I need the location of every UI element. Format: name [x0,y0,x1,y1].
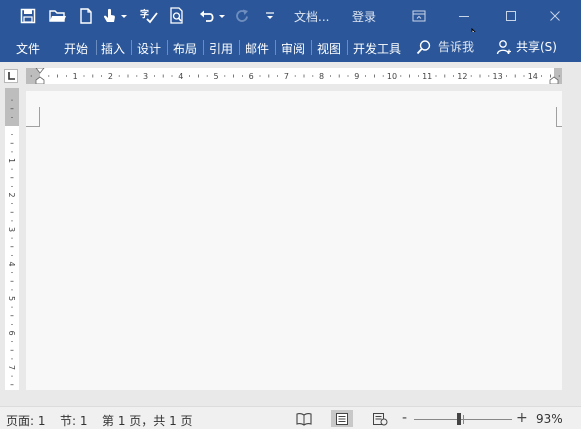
customize-qat-icon[interactable] [262,4,278,28]
horizontal-ruler-scale: 11234567891011121314 [30,68,560,84]
ruler-row: 11234567891011121314 [0,62,581,88]
save-icon[interactable] [16,4,40,28]
ruler-label: 14 [528,72,538,81]
ruler-label: 2 [7,192,16,197]
ruler-label: 4 [178,72,183,81]
ruler-label: 7 [7,365,16,370]
zoom-slider-thumb[interactable] [457,413,461,425]
maximize-icon[interactable] [496,4,526,28]
ruler-label: 1 [73,72,78,81]
print-layout-icon[interactable] [331,410,353,427]
ruler-label: 6 [249,72,254,81]
tab-separator [203,40,204,55]
page-count-status[interactable]: 第 1 页，共 1 页 [102,412,193,429]
tab-separator [275,40,276,55]
ruler-label: 5 [213,72,218,81]
undo-icon[interactable] [196,4,230,28]
tell-me-search[interactable]: 告诉我 [416,38,474,55]
tab-mailings[interactable]: 邮件 [245,40,269,57]
ribbon-tab-bar: 文件 开始 插入 设计 布局 引用 邮件 审阅 视图 开发工具 告诉我 共享(S… [0,32,581,62]
vertical-ruler-scale: 1 2 3 4 5 6 7 [7,99,16,386]
document-title: 文档... [294,10,330,24]
tab-separator [347,40,348,55]
zoom-in-button[interactable]: + [516,410,528,426]
ruler-label: 3 [143,72,148,81]
zoom-level[interactable]: 93% [536,412,563,426]
tab-separator [96,40,97,55]
redo-icon[interactable] [232,4,252,28]
tab-view[interactable]: 视图 [317,40,341,57]
crop-mark-top-left [26,107,40,127]
horizontal-ruler[interactable]: 11234567891011121314 [26,68,562,84]
tab-stop-selector[interactable] [4,69,18,83]
search-icon [416,39,431,54]
svg-text:字: 字 [140,8,149,20]
vertical-ruler[interactable]: 1 2 3 4 5 6 7 [5,88,19,390]
person-share-icon [496,39,511,54]
crop-mark-top-right [556,107,562,127]
minimize-icon[interactable] [449,4,479,28]
hanging-indent-marker[interactable] [35,76,45,84]
ruler-label: 12 [457,72,467,81]
share-button[interactable]: 共享(S) [496,38,557,55]
ruler-label: 11 [422,72,432,81]
document-page[interactable] [26,91,562,390]
new-document-icon[interactable] [76,4,96,28]
zoom-slider-center-mark [463,415,464,424]
ribbon-display-options-icon[interactable] [404,4,434,28]
tab-insert[interactable]: 插入 [101,40,125,57]
share-label: 共享(S) [516,40,557,54]
status-bar: 页面: 1 节: 1 第 1 页，共 1 页 - + 93% [0,406,581,429]
ruler-label: 9 [354,72,359,81]
first-line-indent-marker[interactable] [35,68,45,74]
ruler-label: 2 [108,72,113,81]
page-number-status[interactable]: 页面: 1 [6,412,46,429]
tab-separator [167,40,168,55]
open-folder-icon[interactable] [46,4,70,28]
tab-references[interactable]: 引用 [209,40,233,57]
tab-separator [239,40,240,55]
touch-mode-icon[interactable] [100,4,132,28]
section-status[interactable]: 节: 1 [60,412,88,429]
ruler-label: 1 [7,158,16,163]
ruler-label: 4 [7,261,16,266]
ruler-label: 13 [493,72,503,81]
zoom-out-button[interactable]: - [402,410,407,426]
tab-layout[interactable]: 布局 [173,40,197,57]
close-icon[interactable] [540,4,570,28]
right-indent-marker[interactable] [549,76,559,84]
tab-home[interactable]: 开始 [64,40,88,57]
tab-separator [311,40,312,55]
ruler-label: 5 [7,296,16,301]
ruler-label: 10 [387,72,397,81]
ruler-label: 3 [7,227,16,232]
tab-file[interactable]: 文件 [16,40,40,57]
ruler-label: 7 [284,72,289,81]
tab-developer[interactable]: 开发工具 [353,40,401,57]
tab-review[interactable]: 审阅 [281,40,305,57]
spelling-check-icon[interactable]: 字 [138,4,160,28]
read-mode-icon[interactable] [293,410,315,427]
ruler-label: 8 [319,72,324,81]
tell-me-label: 告诉我 [438,40,475,54]
print-preview-icon[interactable] [166,4,188,28]
ruler-label: 6 [7,330,16,335]
tab-separator [131,40,132,55]
web-layout-icon[interactable] [369,410,391,427]
login-link[interactable]: 登录 [352,8,376,25]
title-bar: 字 文档... 登录 [0,0,581,46]
tab-design[interactable]: 设计 [137,40,161,57]
